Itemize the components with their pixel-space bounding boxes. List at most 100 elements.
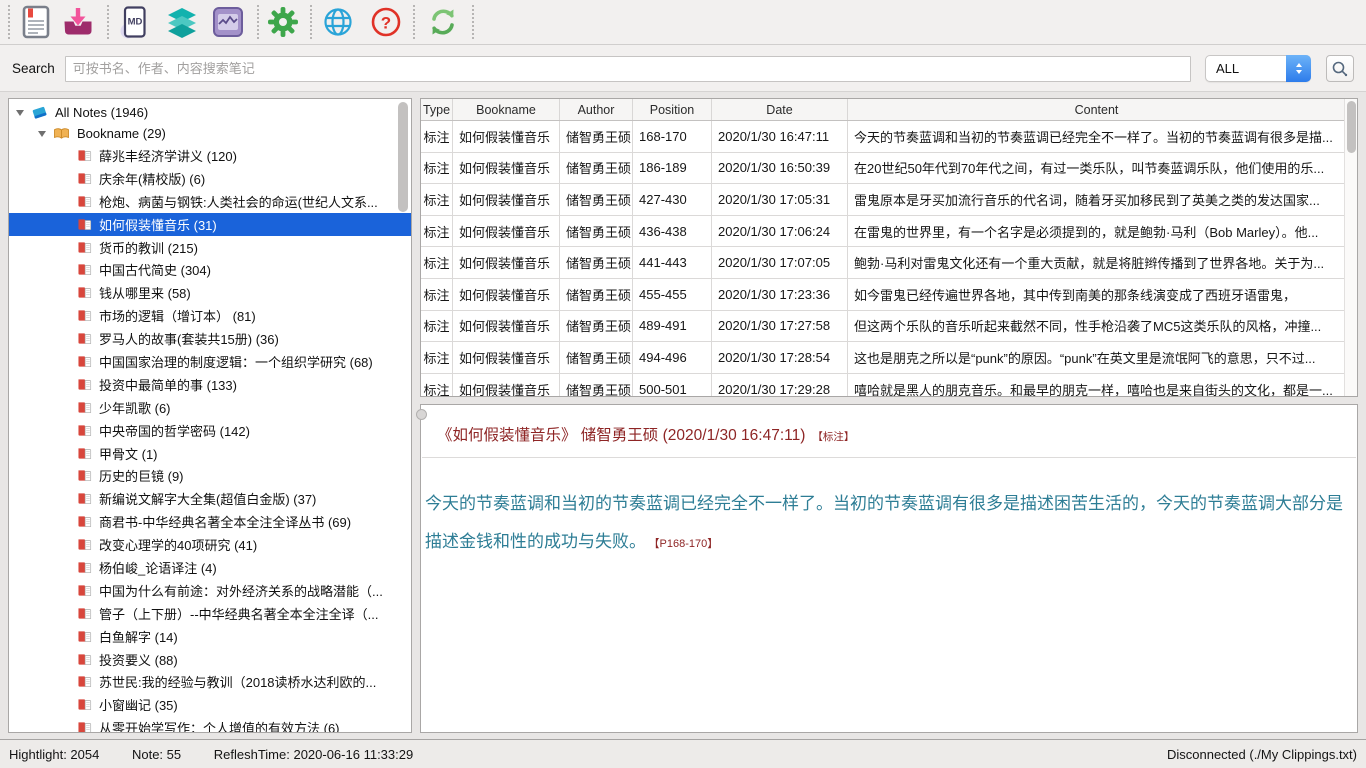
- sidebar-book-item[interactable]: 改变心理学的40项研究 (41): [9, 533, 411, 556]
- dropdown-stepper-icon: [1286, 55, 1311, 82]
- book-title: 从零开始学写作：个人增值的有效方法 (6): [99, 718, 340, 733]
- splitter-handle-icon[interactable]: [416, 409, 427, 420]
- note-detail: 《如何假装懂音乐》 储智勇王硕 (2020/1/30 16:47:11)【标注】…: [420, 404, 1358, 733]
- cell-content: 在雷鬼的世界里，有一个名字是必须提到的，就是鲍勃·马利（Bob Marley）。…: [848, 216, 1345, 247]
- book-title: 杨伯峻_论语译注 (4): [99, 558, 217, 577]
- table-row[interactable]: 标注 如何假装懂音乐 储智勇王硕 494-496 2020/1/30 17:28…: [421, 342, 1345, 374]
- help-icon[interactable]: ?: [368, 4, 404, 40]
- sidebar-book-item[interactable]: 管子（上下册）--中华经典名著全本全注全译（...: [9, 602, 411, 625]
- detail-title: 《如何假装懂音乐》 储智勇王硕 (2020/1/30 16:47:11)【标注】: [437, 423, 1347, 445]
- sidebar-book-item[interactable]: 中国国家治理的制度逻辑：一个组织学研究 (68): [9, 350, 411, 373]
- settings-icon[interactable]: [265, 4, 301, 40]
- red-book-icon: [77, 469, 92, 482]
- sidebar-book-item[interactable]: 罗马人的故事(套装共15册) (36): [9, 327, 411, 350]
- disclosure-triangle-icon[interactable]: [16, 110, 24, 116]
- sidebar-book-item[interactable]: 货币的教训 (215): [9, 236, 411, 259]
- red-book-icon: [77, 378, 92, 391]
- notes-document-icon[interactable]: [18, 4, 54, 40]
- sidebar-book-item[interactable]: 如何假装懂音乐 (31): [9, 213, 411, 236]
- red-book-icon: [77, 355, 92, 368]
- cell-bookname: 如何假装懂音乐: [453, 342, 560, 373]
- cell-position: 489-491: [633, 311, 712, 342]
- table-row[interactable]: 标注 如何假装懂音乐 储智勇王硕 441-443 2020/1/30 17:07…: [421, 247, 1345, 279]
- table-row[interactable]: 标注 如何假装懂音乐 储智勇王硕 436-438 2020/1/30 17:06…: [421, 216, 1345, 248]
- sidebar-book-item[interactable]: 钱从哪里来 (58): [9, 281, 411, 304]
- web-icon[interactable]: [320, 4, 356, 40]
- table-row[interactable]: 标注 如何假装懂音乐 储智勇王硕 427-430 2020/1/30 17:05…: [421, 184, 1345, 216]
- table-row[interactable]: 标注 如何假装懂音乐 储智勇王硕 500-501 2020/1/30 17:29…: [421, 374, 1345, 397]
- sidebar-scrollbar[interactable]: [398, 102, 408, 212]
- book-title: 白鱼解字 (14): [99, 627, 178, 646]
- disclosure-triangle-icon[interactable]: [38, 131, 46, 137]
- sidebar-book-item[interactable]: 杨伯峻_论语译注 (4): [9, 556, 411, 579]
- stats-icon[interactable]: [210, 4, 246, 40]
- book-title: 罗马人的故事(套装共15册) (36): [99, 329, 279, 348]
- sidebar-book-item[interactable]: 薛兆丰经济学讲义 (120): [9, 144, 411, 167]
- column-header[interactable]: Bookname: [453, 99, 560, 120]
- sidebar-book-item[interactable]: 枪炮、病菌与钢铁:人类社会的命运(世纪人文系...: [9, 190, 411, 213]
- book-title: 小窗幽记 (35): [99, 695, 178, 714]
- sidebar-book-item[interactable]: 白鱼解字 (14): [9, 625, 411, 648]
- book-title: 改变心理学的40项研究 (41): [99, 535, 257, 554]
- sidebar-book-item[interactable]: 历史的巨镜 (9): [9, 464, 411, 487]
- app-window: MD: [0, 0, 1366, 768]
- sidebar-book-item[interactable]: 投资中最简单的事 (133): [9, 373, 411, 396]
- column-header[interactable]: Date: [712, 99, 848, 120]
- sidebar-book-item[interactable]: 中央帝国的哲学密码 (142): [9, 419, 411, 442]
- search-input[interactable]: [65, 56, 1191, 82]
- sidebar-book-item[interactable]: 苏世民:我的经验与教训（2018读桥水达利欧的...: [9, 670, 411, 693]
- toolbar-separator: [413, 5, 415, 39]
- cell-content: 今天的节奏蓝调和当初的节奏蓝调已经完全不一样了。当初的节奏蓝调有很多是描...: [848, 121, 1345, 152]
- table-row[interactable]: 标注 如何假装懂音乐 储智勇王硕 186-189 2020/1/30 16:50…: [421, 153, 1345, 185]
- sidebar-item-bookname-group[interactable]: Bookname (29): [9, 123, 411, 144]
- md-export-icon[interactable]: MD: [118, 4, 154, 40]
- table-row[interactable]: 标注 如何假装懂音乐 储智勇王硕 168-170 2020/1/30 16:47…: [421, 121, 1345, 153]
- cell-type: 标注: [421, 374, 453, 397]
- sidebar-book-item[interactable]: 少年凯歌 (6): [9, 396, 411, 419]
- search-button[interactable]: [1326, 55, 1354, 82]
- sidebar-book-item[interactable]: 投资要义 (88): [9, 648, 411, 671]
- status-left: Hightlight: 2054 Note: 55 RefleshTime: 2…: [9, 747, 442, 762]
- cell-date: 2020/1/30 17:29:28: [712, 374, 848, 397]
- svg-text:MD: MD: [128, 17, 143, 28]
- cell-date: 2020/1/30 17:06:24: [712, 216, 848, 247]
- table-row[interactable]: 标注 如何假装懂音乐 储智勇王硕 489-491 2020/1/30 17:27…: [421, 311, 1345, 343]
- column-header[interactable]: Position: [633, 99, 712, 120]
- filter-dropdown[interactable]: ALL: [1205, 55, 1311, 82]
- cell-bookname: 如何假装懂音乐: [453, 121, 560, 152]
- book-title: 中国为什么有前途：对外经济关系的战略潜能（...: [99, 581, 383, 600]
- cell-type: 标注: [421, 279, 453, 310]
- toolbar-separator: [257, 5, 259, 39]
- table-scrollbar-thumb[interactable]: [1347, 101, 1356, 153]
- book-title: 甲骨文 (1): [99, 444, 158, 463]
- cell-bookname: 如何假装懂音乐: [453, 279, 560, 310]
- red-book-icon: [77, 286, 92, 299]
- cell-position: 427-430: [633, 184, 712, 215]
- sidebar-book-item[interactable]: 甲骨文 (1): [9, 442, 411, 465]
- sidebar-book-item[interactable]: 小窗幽记 (35): [9, 693, 411, 716]
- column-header[interactable]: Author: [560, 99, 633, 120]
- layers-icon[interactable]: [164, 4, 200, 40]
- cell-content: 但这两个乐队的音乐听起来截然不同，性手枪沿袭了MC5这类乐队的风格，冲撞...: [848, 311, 1345, 342]
- sidebar-book-item[interactable]: 市场的逻辑（增订本） (81): [9, 304, 411, 327]
- sidebar-book-item[interactable]: 从零开始学写作：个人增值的有效方法 (6): [9, 716, 411, 733]
- table-scrollbar-track[interactable]: [1344, 99, 1357, 396]
- cell-position: 500-501: [633, 374, 712, 397]
- detail-body: 今天的节奏蓝调和当初的节奏蓝调已经完全不一样了。当初的节奏蓝调有很多是描述困苦生…: [425, 485, 1343, 563]
- cell-position: 168-170: [633, 121, 712, 152]
- cell-content: 在20世纪50年代到70年代之间，有过一类乐队，叫节奏蓝调乐队，他们使用的乐..…: [848, 153, 1345, 184]
- topbar: MD: [0, 0, 1366, 92]
- red-book-icon: [77, 675, 92, 688]
- column-header[interactable]: Type: [421, 99, 453, 120]
- sidebar-book-item[interactable]: 中国为什么有前途：对外经济关系的战略潜能（...: [9, 579, 411, 602]
- sidebar-book-item[interactable]: 中国古代简史 (304): [9, 258, 411, 281]
- table-row[interactable]: 标注 如何假装懂音乐 储智勇王硕 455-455 2020/1/30 17:23…: [421, 279, 1345, 311]
- column-header[interactable]: Content: [848, 99, 1345, 120]
- refresh-icon[interactable]: [425, 4, 461, 40]
- import-icon[interactable]: [60, 4, 96, 40]
- sidebar-item-all-notes[interactable]: All Notes (1946): [9, 102, 411, 123]
- sidebar-book-item[interactable]: 庆余年(精校版) (6): [9, 167, 411, 190]
- sidebar-book-item[interactable]: 商君书-中华经典名著全本全注全译丛书 (69): [9, 510, 411, 533]
- sidebar-book-item[interactable]: 新编说文解字大全集(超值白金版) (37): [9, 487, 411, 510]
- book-title: 商君书-中华经典名著全本全注全译丛书 (69): [99, 512, 351, 531]
